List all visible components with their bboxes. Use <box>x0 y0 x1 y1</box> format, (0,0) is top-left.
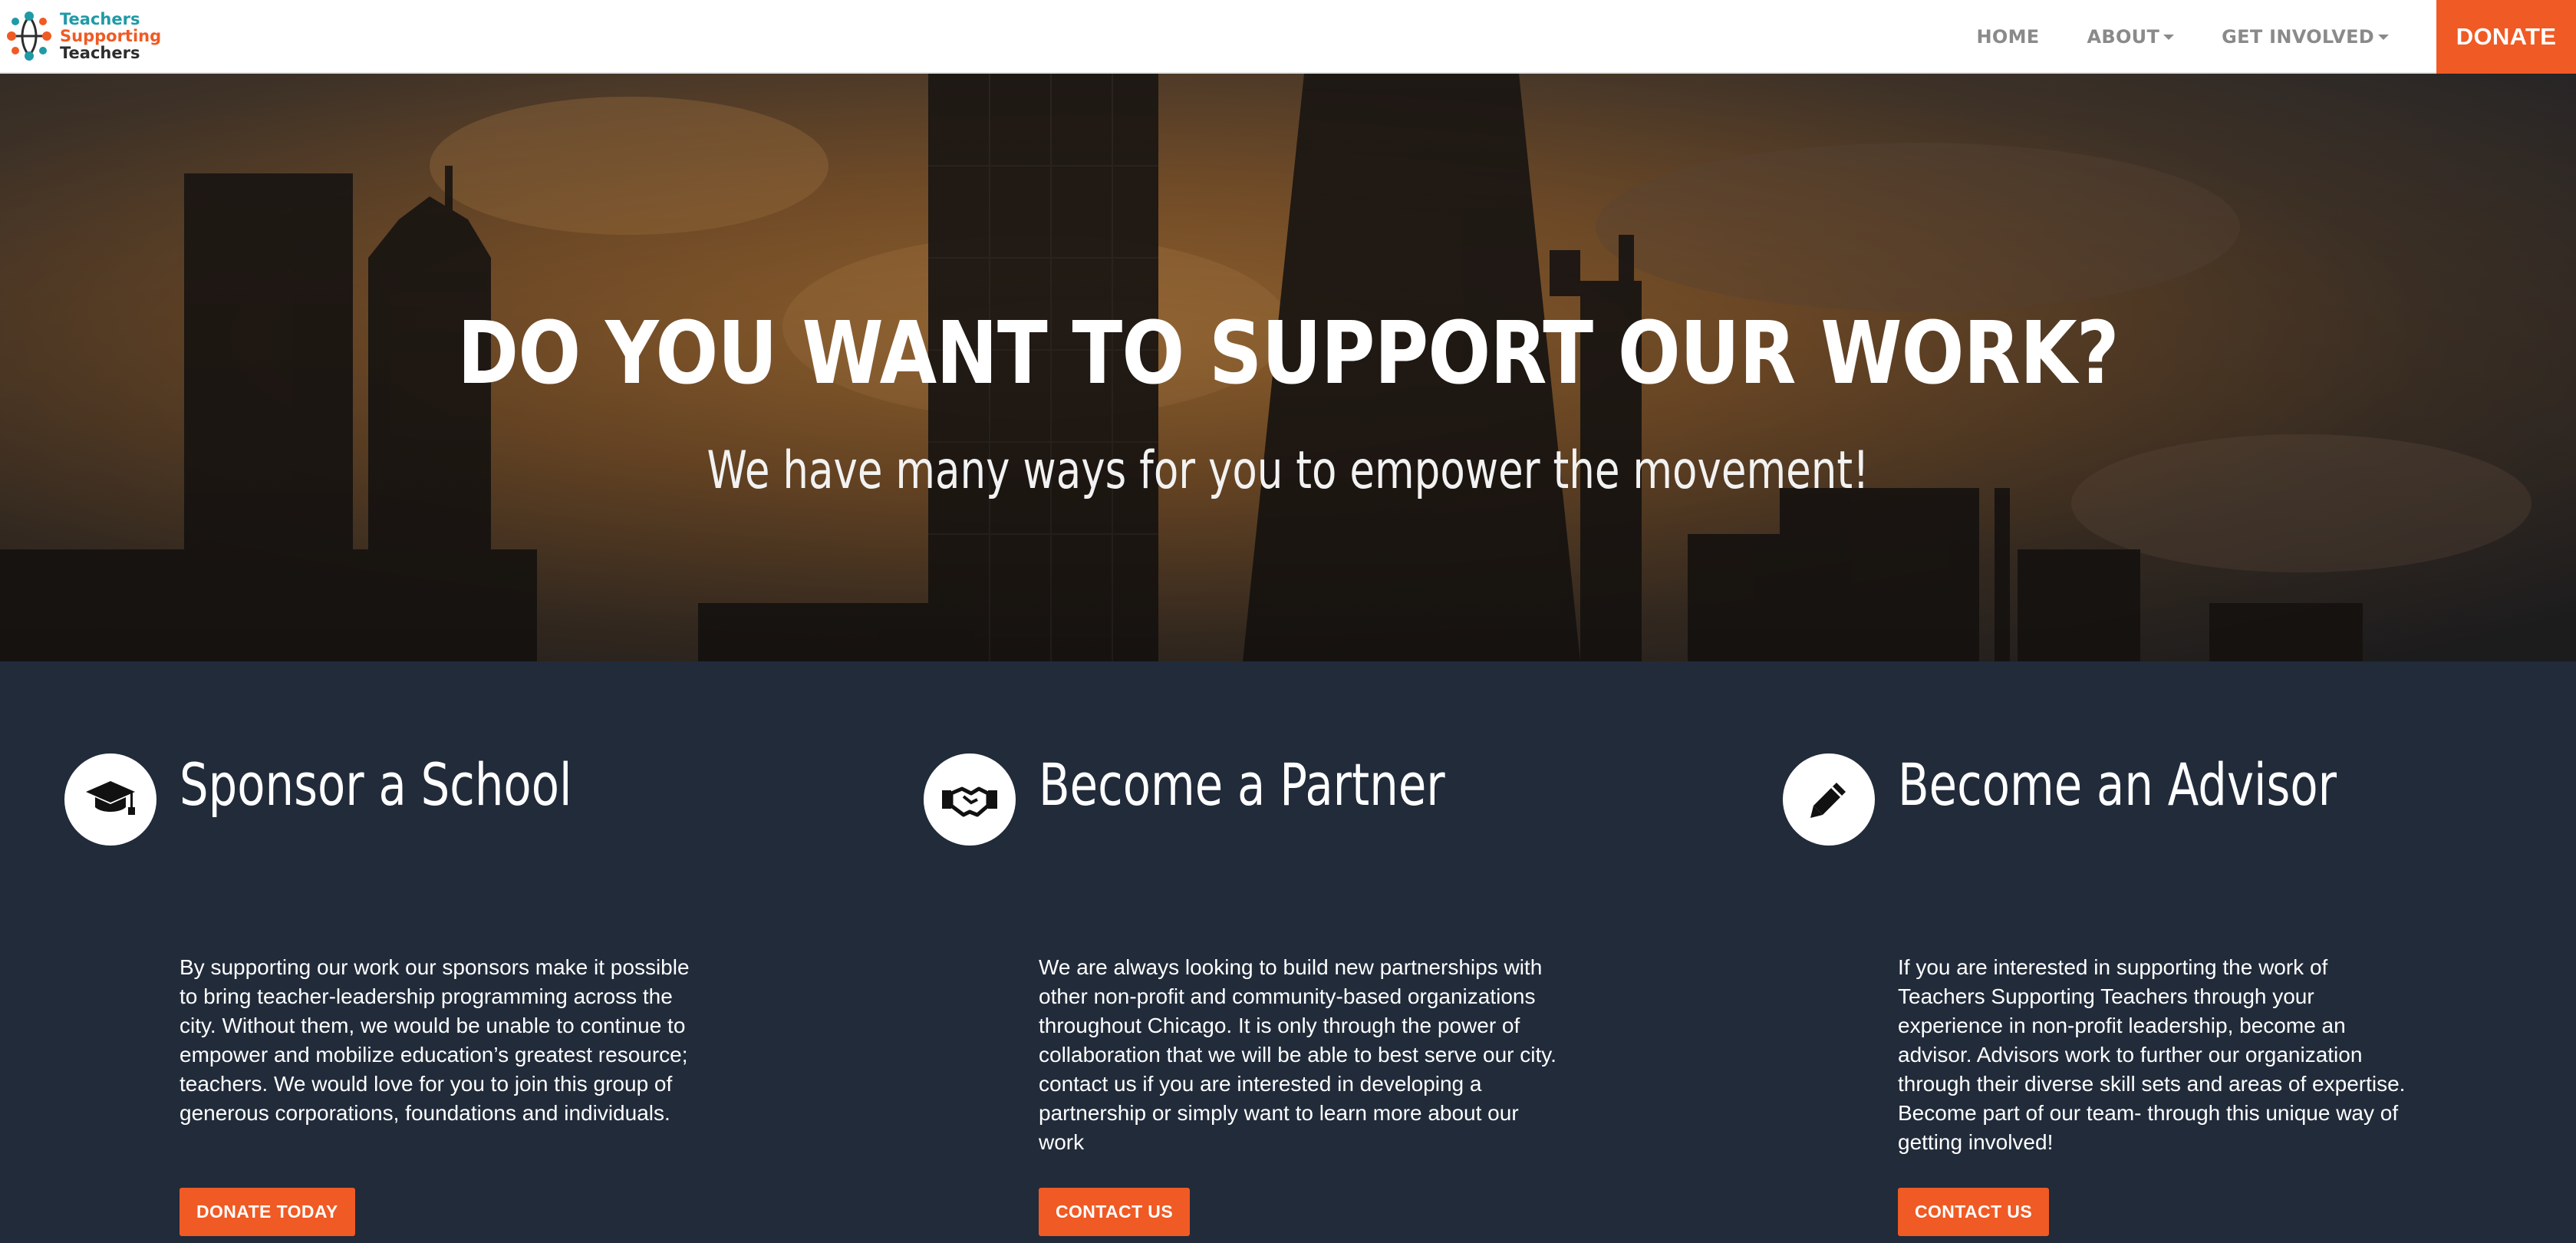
feature-description: We are always looking to build new partn… <box>1039 955 1556 1154</box>
nav-get-involved-label: GET INVOLVED <box>2222 26 2374 48</box>
hero-title: DO YOU WANT TO SUPPORT OUR WORK? <box>457 304 2119 404</box>
feature-description: If you are interested in supporting the … <box>1898 955 2406 1154</box>
graduation-cap-icon <box>64 753 156 846</box>
feature-description: By supporting our work our sponsors make… <box>180 955 690 1125</box>
nav-about-label: ABOUT <box>2087 26 2160 48</box>
handshake-icon <box>924 753 1016 846</box>
logo-line-2: Supporting <box>60 27 162 45</box>
nav-about-dropdown[interactable]: ABOUT <box>2087 26 2175 48</box>
pencil-icon <box>1783 753 1875 846</box>
logo-line-1: Teachers <box>60 10 140 28</box>
site-logo[interactable]: Teachers Supporting Teachers <box>5 3 161 69</box>
hero-subtitle: We have many ways for you to empower the… <box>707 440 1869 501</box>
feature-title: Become an Advisor <box>1898 750 2337 819</box>
donate-today-button[interactable]: DONATE TODAY <box>180 1188 355 1236</box>
feature-title: Become a Partner <box>1039 750 1445 819</box>
contact-us-button[interactable]: CONTACT US <box>1039 1188 1191 1236</box>
hero-banner: DO YOU WANT TO SUPPORT OUR WORK? We have… <box>0 74 2576 661</box>
caret-down-icon <box>2378 34 2389 40</box>
logo-wordmark: Teachers Supporting Teachers <box>60 11 161 61</box>
contact-us-button[interactable]: CONTACT US <box>1898 1188 2050 1236</box>
nav-get-involved-dropdown[interactable]: GET INVOLVED <box>2222 26 2389 48</box>
nav-home[interactable]: HOME <box>1977 26 2040 48</box>
caret-down-icon <box>2163 34 2175 40</box>
logo-network-icon <box>7 12 51 61</box>
main-nav: HOME ABOUT GET INVOLVED DONATE <box>1977 0 2576 74</box>
top-navbar: Teachers Supporting Teachers HOME ABOUT … <box>0 0 2576 74</box>
donate-nav-button[interactable]: DONATE <box>2436 0 2576 74</box>
feature-title: Sponsor a School <box>180 750 572 819</box>
nav-home-label: HOME <box>1976 26 2040 48</box>
logo-line-3: Teachers <box>60 44 140 62</box>
support-options-section: Sponsor a School By supporting our work … <box>0 661 2576 1243</box>
donate-nav-label: DONATE <box>2456 23 2557 50</box>
